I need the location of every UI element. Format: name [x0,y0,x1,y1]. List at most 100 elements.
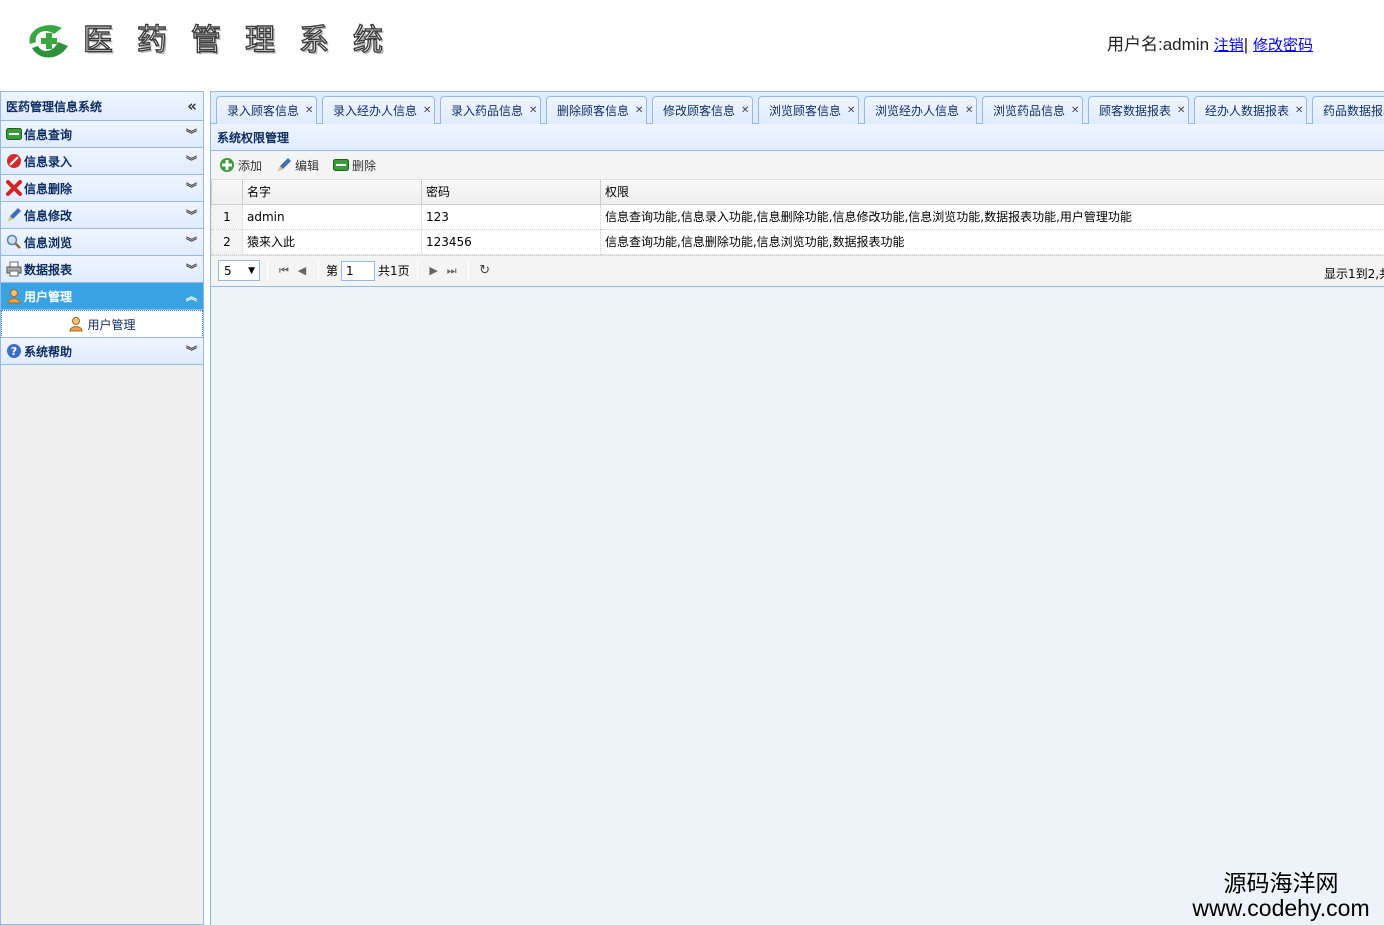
sidebar-item-modify[interactable]: 信息修改 ︾ [1,202,203,229]
tab-modify-customer[interactable]: 修改顾客信息 ✕ [652,96,753,124]
panel-title: 系统权限管理 [211,124,1384,151]
cell-password: 123 [421,203,601,230]
refresh-icon[interactable]: ↻ [476,263,494,278]
logout-link[interactable]: 注销 [1214,37,1244,54]
sidebar-item-help[interactable]: ? 系统帮助 ︾ [1,338,203,365]
page-number-input[interactable]: 1 [341,260,376,281]
first-page-icon[interactable]: ⏮ [275,264,293,278]
tab-browse-agent[interactable]: 浏览经办人信息 ✕ [864,96,977,124]
row-number: 1 [211,203,243,230]
tab-delete-customer[interactable]: 删除顾客信息 ✕ [546,96,647,124]
tab-label: 录入经办人信息 [333,104,418,118]
change-password-link[interactable]: 修改密码 [1253,37,1313,54]
sidebar-item-label: 信息删除 [24,181,73,196]
tab-agent-report[interactable]: 经办人数据报表 ✕ [1194,96,1307,124]
sidebar-item-label: 信息查询 [24,127,73,142]
watermark-title: 源码海洋网 [1223,870,1339,896]
logo-char: 医 [82,22,113,58]
chevron-double-down-icon: ︾ [186,236,197,249]
sidebar-item-user-management[interactable]: 用户管理 ︽ [1,283,203,310]
sidebar-item-label: 信息浏览 [24,235,73,250]
tab-browse-drug[interactable]: 浏览药品信息 ✕ [982,96,1083,124]
sidebar-item-delete[interactable]: 信息删除 ︾ [1,175,203,202]
edit-button[interactable]: 编辑 [276,157,319,174]
close-icon[interactable]: ✕ [741,105,749,116]
close-icon[interactable]: ✕ [965,105,973,116]
sidebar-item-label: 信息录入 [24,154,73,169]
last-page-icon[interactable]: ⏭ [443,264,461,278]
tab-label: 修改顾客信息 [663,104,736,118]
minus-green-icon [6,126,22,142]
pager-separator [416,260,418,281]
table-row[interactable]: 2 猿来入此 123456 信息查询功能,信息删除功能,信息浏览功能,数据报表功… [211,228,1384,255]
tab-label: 浏览经办人信息 [875,104,960,118]
close-icon[interactable]: ✕ [847,105,855,116]
column-header-password[interactable]: 密码 [421,180,601,205]
tab-entry-drug[interactable]: 录入药品信息 ✕ [440,96,541,124]
collapse-left-icon[interactable]: « [187,97,197,115]
watermark: 源码海洋网 www.codehy.com [1178,870,1384,920]
delete-button[interactable]: 删除 [333,157,376,174]
submenu-user-management[interactable]: 用户管理 [1,310,203,338]
logo-char: 理 [244,22,275,58]
chevron-double-down-icon: ︾ [186,209,197,222]
tab-entry-customer[interactable]: 录入顾客信息 ✕ [216,96,317,124]
tab-label: 经办人数据报表 [1205,104,1290,118]
pencil-icon [276,157,292,173]
sidebar-item-entry[interactable]: 信息录入 ︾ [1,148,203,175]
add-button[interactable]: 添加 [219,157,262,174]
column-header-name[interactable]: 名字 [242,180,422,205]
close-icon[interactable]: ✕ [529,105,537,116]
table-header-row: 名字 密码 权限 [211,180,1384,205]
user-icon [68,316,84,332]
grid-toolbar: 添加 编辑 删除 [211,151,1384,180]
sidebar-item-browse[interactable]: 信息浏览 ︾ [1,229,203,256]
column-header-permission[interactable]: 权限 [600,180,1384,205]
sidebar-header: 医药管理信息系统 « [1,92,203,121]
tab-drug-report[interactable]: 药品数据报表 [1312,96,1384,124]
sidebar-item-reports[interactable]: 数据报表 ︾ [1,256,203,283]
username-label: 用户名:admin [1107,35,1210,54]
cell-password: 123456 [421,228,601,255]
pager-separator [267,260,268,281]
tab-label: 药品数据报表 [1323,104,1384,118]
chevron-double-down-icon: ︾ [186,345,197,358]
page-total-label: 共1页 [378,264,410,278]
tab-entry-agent[interactable]: 录入经办人信息 ✕ [322,96,435,124]
close-icon[interactable]: ✕ [1295,105,1303,116]
help-icon: ? [6,343,22,359]
no-red-icon [6,153,22,169]
add-label: 添加 [238,158,263,173]
tab-browse-customer[interactable]: 浏览顾客信息 ✕ [758,96,859,124]
cell-name: 猿来入此 [242,228,422,255]
chevron-double-down-icon: ︾ [186,182,197,195]
row-number-header [211,180,243,205]
magnifier-icon [6,234,22,250]
tab-customer-report[interactable]: 顾客数据报表 ✕ [1088,96,1189,124]
submenu-label: 用户管理 [87,317,136,332]
tab-label: 浏览药品信息 [993,104,1066,118]
page-size-select[interactable]: 5 ▼ [218,260,260,281]
close-icon[interactable]: ✕ [423,105,431,116]
main-panel: 录入顾客信息 ✕ 录入经办人信息 ✕ 录入药品信息 ✕ 删除顾客信息 ✕ 修改顾客信息 ✕… [210,91,1384,925]
cell-name: admin [242,203,422,230]
table-row[interactable]: 1 admin 123 信息查询功能,信息录入功能,信息删除功能,信息修改功能,… [211,203,1384,230]
cross-red-icon [6,180,22,196]
next-page-icon[interactable]: ▶ [425,264,443,277]
app-header: 医 药 管 理 系 统 用户名:admin 注销| 修改密码 [0,0,1384,88]
sidebar-item-query[interactable]: 信息查询 ︾ [1,121,203,148]
close-icon[interactable]: ✕ [305,105,313,116]
sidebar-title: 医药管理信息系统 [6,99,103,114]
tab-label: 浏览顾客信息 [769,104,842,118]
tab-label: 删除顾客信息 [557,104,630,118]
pagination-bar: 5 ▼ ⏮ ◀ 第 1 共1页 ▶ ⏭ ↻ 显示1到2,共2记录 [211,254,1384,287]
sidebar-item-label: 系统帮助 [24,344,73,359]
close-icon[interactable]: ✕ [635,105,643,116]
prev-page-icon[interactable]: ◀ [293,264,311,277]
close-icon[interactable]: ✕ [1177,105,1185,116]
pager-info: 显示1到2,共2记录 [1324,266,1384,281]
chevron-double-down-icon: ︾ [186,263,197,276]
logo-char: 统 [352,22,383,58]
cell-permission: 信息查询功能,信息删除功能,信息浏览功能,数据报表功能 [600,228,1384,255]
close-icon[interactable]: ✕ [1071,105,1079,116]
